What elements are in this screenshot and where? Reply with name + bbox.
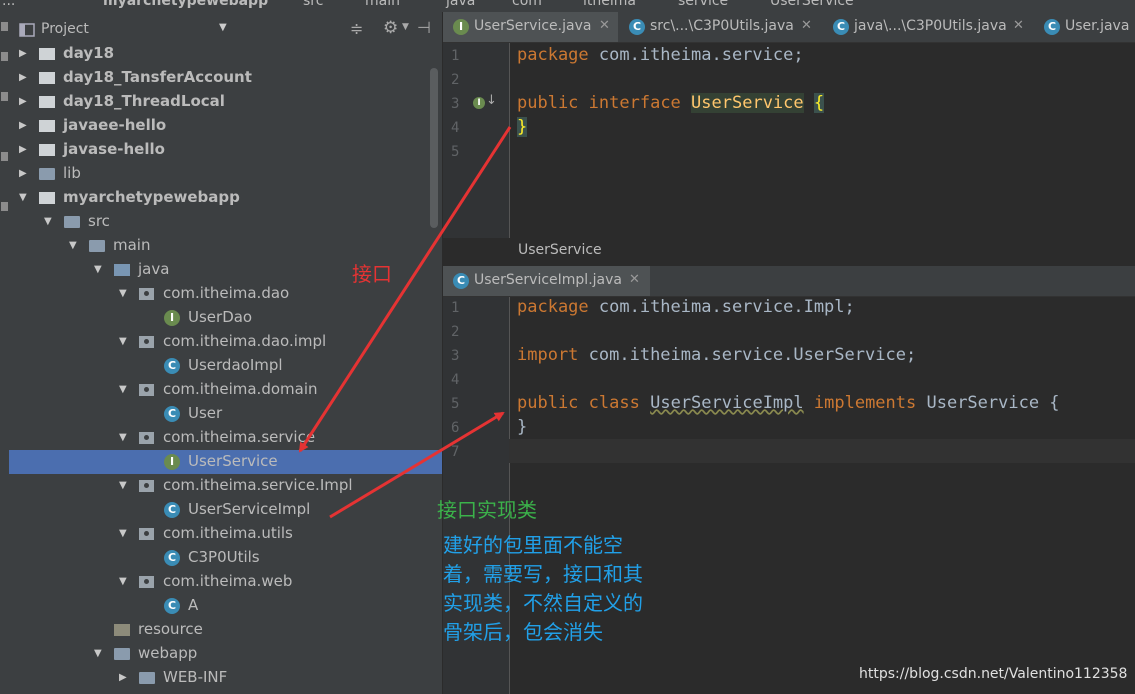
arrow-to-interface (298, 126, 512, 453)
annotation-impl-class: 接口实现类 (437, 498, 537, 522)
annotation-interface: 接口 (352, 262, 392, 286)
annotation-note: 建好的包里面不能空 着，需要写，接口和其 实现类，不然自定义的 骨架后，包会消失 (443, 533, 643, 644)
watermark: https://blog.csdn.net/Valentino112358 (859, 666, 1128, 682)
